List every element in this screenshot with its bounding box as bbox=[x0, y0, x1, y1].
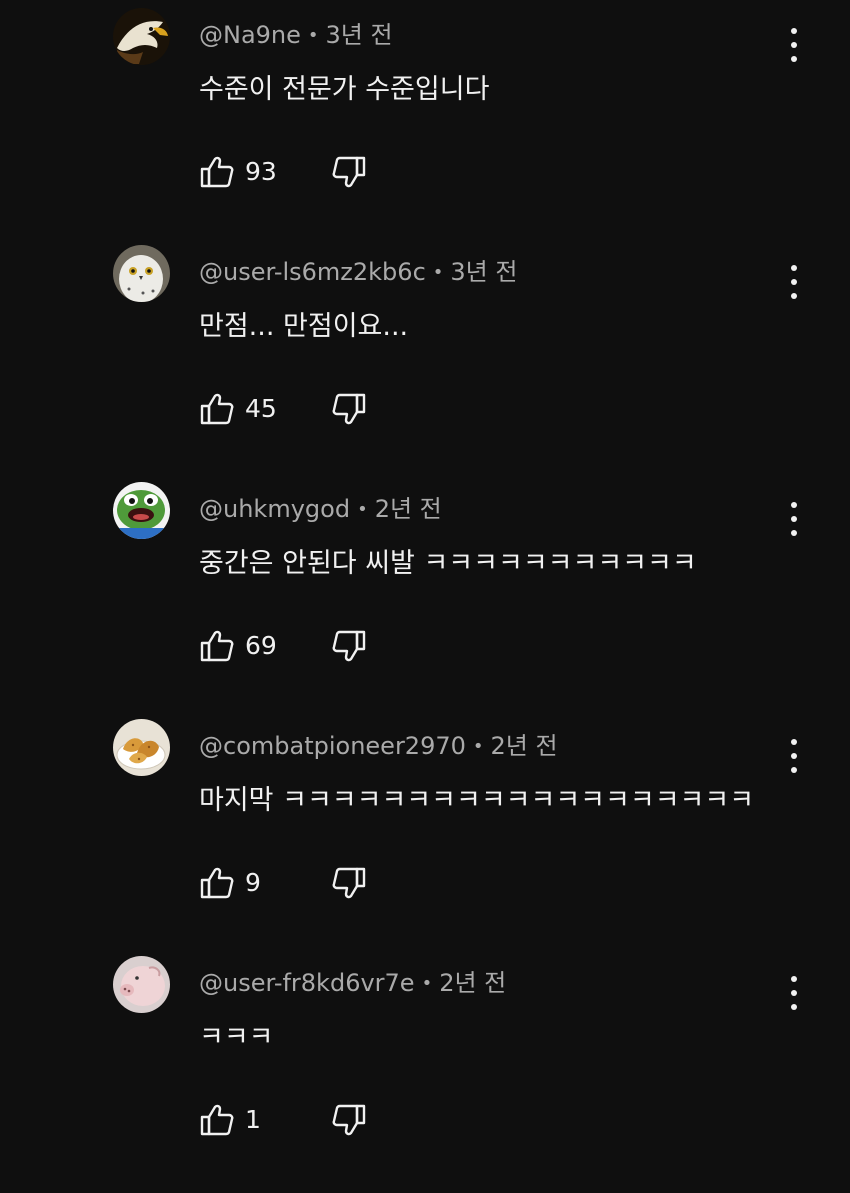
comment-text: 마지막 ㅋㅋㅋㅋㅋㅋㅋㅋㅋㅋㅋㅋㅋㅋㅋㅋㅋㅋㅋ bbox=[199, 785, 755, 816]
comment-item: @Na9ne • 3년 전 수준이 전문가 수준입니다 93 bbox=[0, 8, 850, 245]
thumbs-up-icon bbox=[200, 1104, 234, 1136]
like-button[interactable]: 1 bbox=[199, 1100, 261, 1140]
thumbs-up-icon bbox=[200, 630, 234, 662]
thumbs-down-icon bbox=[332, 867, 366, 899]
eagle-avatar-icon[interactable] bbox=[113, 8, 170, 65]
meta-separator: • bbox=[472, 736, 484, 757]
more-vert-icon[interactable] bbox=[780, 976, 808, 1010]
meta-separator: • bbox=[421, 973, 433, 994]
author-name[interactable]: @Na9ne bbox=[199, 21, 301, 49]
more-vert-icon[interactable] bbox=[780, 28, 808, 62]
like-count: 93 bbox=[245, 157, 277, 186]
like-count: 1 bbox=[245, 1105, 261, 1134]
comment-item: @user-fr8kd6vr7e • 2년 전 ㅋㅋㅋ 1 bbox=[0, 956, 850, 1193]
comment-text: 수준이 전문가 수준입니다 bbox=[199, 74, 490, 105]
dislike-button[interactable] bbox=[331, 626, 367, 666]
thumbs-down-icon bbox=[332, 630, 366, 662]
author-name[interactable]: @user-fr8kd6vr7e bbox=[199, 969, 415, 997]
comment-item: @user-ls6mz2kb6c • 3년 전 만점... 만점이요... 45 bbox=[0, 245, 850, 482]
more-vert-icon[interactable] bbox=[780, 502, 808, 536]
more-vert-icon[interactable] bbox=[780, 265, 808, 299]
author-name[interactable]: @uhkmygod bbox=[199, 495, 350, 523]
pink-animal-avatar-icon[interactable] bbox=[113, 956, 170, 1013]
frog-avatar-icon[interactable] bbox=[113, 482, 170, 539]
thumbs-down-icon bbox=[332, 393, 366, 425]
like-button[interactable]: 45 bbox=[199, 389, 277, 429]
comment-meta: @user-fr8kd6vr7e • 2년 전 bbox=[199, 968, 506, 999]
thumbs-down-icon bbox=[332, 156, 366, 188]
author-name[interactable]: @user-ls6mz2kb6c bbox=[199, 258, 426, 286]
thumbs-up-icon bbox=[200, 156, 234, 188]
thumbs-up-icon bbox=[200, 393, 234, 425]
owl-avatar-icon[interactable] bbox=[113, 245, 170, 302]
comment-text: ㅋㅋㅋ bbox=[199, 1022, 274, 1053]
like-button[interactable]: 69 bbox=[199, 626, 277, 666]
comment-item: @uhkmygod • 2년 전 중간은 안된다 씨발 ㅋㅋㅋㅋㅋㅋㅋㅋㅋㅋㅋ 69 bbox=[0, 482, 850, 719]
author-name[interactable]: @combatpioneer2970 bbox=[199, 732, 466, 760]
meta-separator: • bbox=[432, 262, 444, 283]
comment-time[interactable]: 2년 전 bbox=[375, 495, 442, 523]
dislike-button[interactable] bbox=[331, 389, 367, 429]
meta-separator: • bbox=[357, 499, 368, 520]
more-vert-icon[interactable] bbox=[780, 739, 808, 773]
comment-time[interactable]: 3년 전 bbox=[326, 21, 393, 49]
dislike-button[interactable] bbox=[331, 1100, 367, 1140]
comment-meta: @combatpioneer2970 • 2년 전 bbox=[199, 731, 558, 762]
fried-food-avatar-icon[interactable] bbox=[113, 719, 170, 776]
comment-meta: @Na9ne • 3년 전 bbox=[199, 20, 393, 51]
comment-time[interactable]: 2년 전 bbox=[439, 969, 506, 997]
dislike-button[interactable] bbox=[331, 863, 367, 903]
like-count: 45 bbox=[245, 394, 277, 423]
thumbs-down-icon bbox=[332, 1104, 366, 1136]
like-button[interactable]: 9 bbox=[199, 863, 261, 903]
comment-time[interactable]: 3년 전 bbox=[450, 258, 517, 286]
like-count: 9 bbox=[245, 868, 261, 897]
comment-list: @Na9ne • 3년 전 수준이 전문가 수준입니다 93 @user-ls6… bbox=[0, 0, 850, 1136]
like-count: 69 bbox=[245, 631, 277, 660]
meta-separator: • bbox=[307, 25, 319, 46]
comment-text: 만점... 만점이요... bbox=[199, 311, 409, 342]
comment-text: 중간은 안된다 씨발 ㅋㅋㅋㅋㅋㅋㅋㅋㅋㅋㅋ bbox=[199, 548, 697, 579]
comment-time[interactable]: 2년 전 bbox=[491, 732, 558, 760]
like-button[interactable]: 93 bbox=[199, 152, 277, 192]
dislike-button[interactable] bbox=[331, 152, 367, 192]
comment-meta: @uhkmygod • 2년 전 bbox=[199, 494, 442, 525]
comment-item: @combatpioneer2970 • 2년 전 마지막 ㅋㅋㅋㅋㅋㅋㅋㅋㅋㅋㅋㅋ… bbox=[0, 719, 850, 956]
thumbs-up-icon bbox=[200, 867, 234, 899]
comment-meta: @user-ls6mz2kb6c • 3년 전 bbox=[199, 257, 517, 288]
